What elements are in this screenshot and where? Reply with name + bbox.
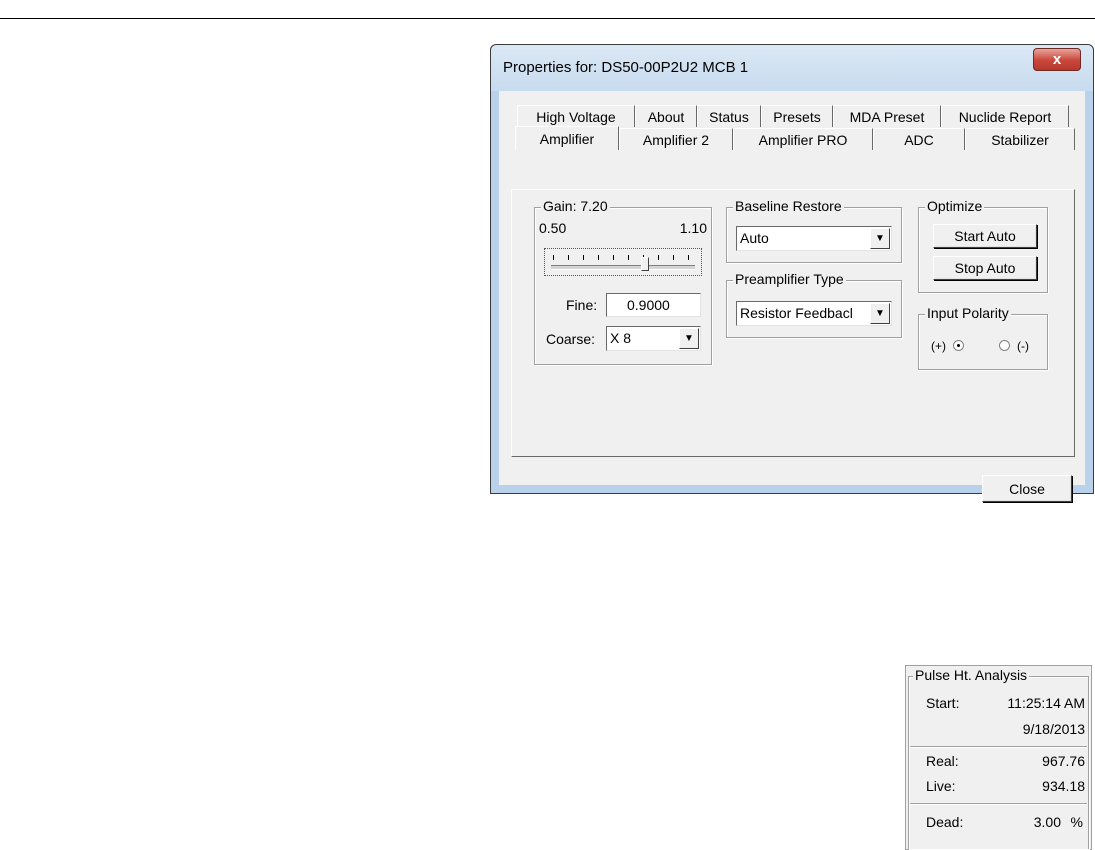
dialog-client: High Voltage About Status Presets MDA Pr… — [499, 91, 1085, 502]
tab-label: About — [647, 108, 685, 125]
baseline-restore-group: Baseline Restore Auto ▼ — [726, 198, 902, 263]
tab-label: Amplifier — [539, 130, 595, 147]
close-icon: x — [1052, 51, 1062, 68]
preamplifier-type-select[interactable]: Resistor Feedbacl ▼ — [736, 301, 892, 326]
slider-thumb[interactable] — [641, 257, 650, 271]
gain-legend: Gain: 7.20 — [541, 198, 610, 214]
baseline-restore-select[interactable]: Auto ▼ — [736, 226, 892, 251]
coarse-value: X 8 — [610, 330, 632, 346]
pha-divider — [910, 746, 1087, 748]
tab-status[interactable]: Status — [697, 105, 761, 127]
gain-group: Gain: 7.20 0.50 1.10 Fine: 0.9000 Coarse… — [534, 198, 712, 365]
input-polarity-legend: Input Polarity — [925, 305, 1011, 321]
fine-label: Fine: — [566, 297, 598, 313]
chevron-down-icon[interactable]: ▼ — [870, 303, 890, 324]
polarity-plus-label: (+) — [931, 339, 946, 353]
gain-max-label: 1.10 — [679, 220, 707, 236]
slider-ticks — [553, 255, 693, 260]
polarity-minus-label: (-) — [1017, 339, 1029, 353]
close-button-label: Close — [1009, 480, 1045, 497]
coarse-select[interactable]: X 8 ▼ — [606, 326, 701, 351]
start-time: 11:25:14 AM — [1007, 695, 1085, 711]
dead-unit: % — [1070, 814, 1083, 830]
tab-label: Presets — [773, 108, 821, 125]
baseline-restore-value: Auto — [740, 230, 769, 246]
tab-label: Status — [709, 108, 749, 125]
input-polarity-group: Input Polarity (+) (-) — [918, 305, 1048, 370]
fine-value: 0.9000 — [627, 297, 670, 313]
tab-adc[interactable]: ADC — [873, 128, 965, 150]
preamplifier-type-value: Resistor Feedbacl — [740, 305, 853, 321]
properties-dialog: Properties for: DS50-00P2U2 MCB 1 x High… — [490, 44, 1094, 502]
chevron-down-icon[interactable]: ▼ — [870, 228, 890, 249]
tab-label: Nuclide Report — [958, 108, 1052, 125]
tab-amplifier[interactable]: Amplifier — [515, 126, 619, 150]
tab-nuclide-report[interactable]: Nuclide Report — [941, 105, 1069, 127]
gain-slider[interactable] — [544, 248, 702, 276]
live-label: Live: — [926, 778, 956, 794]
polarity-minus-radio[interactable] — [999, 340, 1010, 351]
gain-min-label: 0.50 — [539, 220, 567, 236]
slider-track — [551, 265, 695, 270]
tab-high-voltage[interactable]: High Voltage — [517, 105, 635, 127]
preamplifier-type-group: Preamplifier Type Resistor Feedbacl ▼ — [726, 271, 902, 338]
optimize-legend: Optimize — [925, 198, 985, 214]
baseline-restore-legend: Baseline Restore — [733, 198, 844, 214]
tab-label: Amplifier PRO — [758, 131, 848, 148]
title-bar[interactable]: Properties for: DS50-00P2U2 MCB 1 x — [491, 45, 1093, 91]
polarity-plus-radio[interactable] — [953, 340, 964, 351]
window-close-button[interactable]: x — [1033, 48, 1081, 71]
tab-label: High Voltage — [536, 108, 616, 125]
dead-value: 3.00 — [1033, 814, 1061, 830]
tab-stabilizer[interactable]: Stabilizer — [965, 128, 1075, 150]
fine-input[interactable]: 0.9000 — [606, 293, 701, 317]
tab-amplifier-2[interactable]: Amplifier 2 — [619, 128, 733, 150]
close-button[interactable]: Close — [982, 475, 1072, 502]
live-value: 934.18 — [1042, 778, 1085, 794]
tab-label: Amplifier 2 — [642, 131, 710, 148]
tab-mda-preset[interactable]: MDA Preset — [833, 105, 941, 127]
pulse-height-analysis-panel: Pulse Ht. Analysis Start: 11:25:14 AM 9/… — [905, 665, 1092, 850]
tab-presets[interactable]: Presets — [761, 105, 833, 127]
dialog-title: Properties for: DS50-00P2U2 MCB 1 — [503, 59, 749, 76]
stop-auto-button[interactable]: Stop Auto — [933, 256, 1037, 280]
tab-label: ADC — [904, 131, 934, 148]
tab-label: MDA Preset — [849, 108, 925, 125]
amplifier-tab-panel: Gain: 7.20 0.50 1.10 Fine: 0.9000 Coarse… — [511, 189, 1075, 457]
real-value: 967.76 — [1042, 753, 1085, 769]
tab-amplifier-pro[interactable]: Amplifier PRO — [733, 128, 873, 150]
optimize-group: Optimize Start Auto Stop Auto — [918, 198, 1048, 293]
tab-about[interactable]: About — [635, 105, 697, 127]
pha-divider — [910, 803, 1087, 805]
coarse-label: Coarse: — [546, 331, 596, 347]
chevron-down-icon[interactable]: ▼ — [679, 328, 699, 349]
preamplifier-type-legend: Preamplifier Type — [733, 271, 846, 287]
top-rule — [0, 18, 1095, 19]
tab-label: Stabilizer — [991, 131, 1049, 148]
dead-label: Dead: — [926, 814, 964, 830]
start-date: 9/18/2013 — [1022, 721, 1085, 737]
start-label: Start: — [926, 695, 960, 711]
start-auto-button[interactable]: Start Auto — [933, 224, 1037, 248]
pha-legend: Pulse Ht. Analysis — [913, 667, 1030, 683]
real-label: Real: — [926, 753, 959, 769]
